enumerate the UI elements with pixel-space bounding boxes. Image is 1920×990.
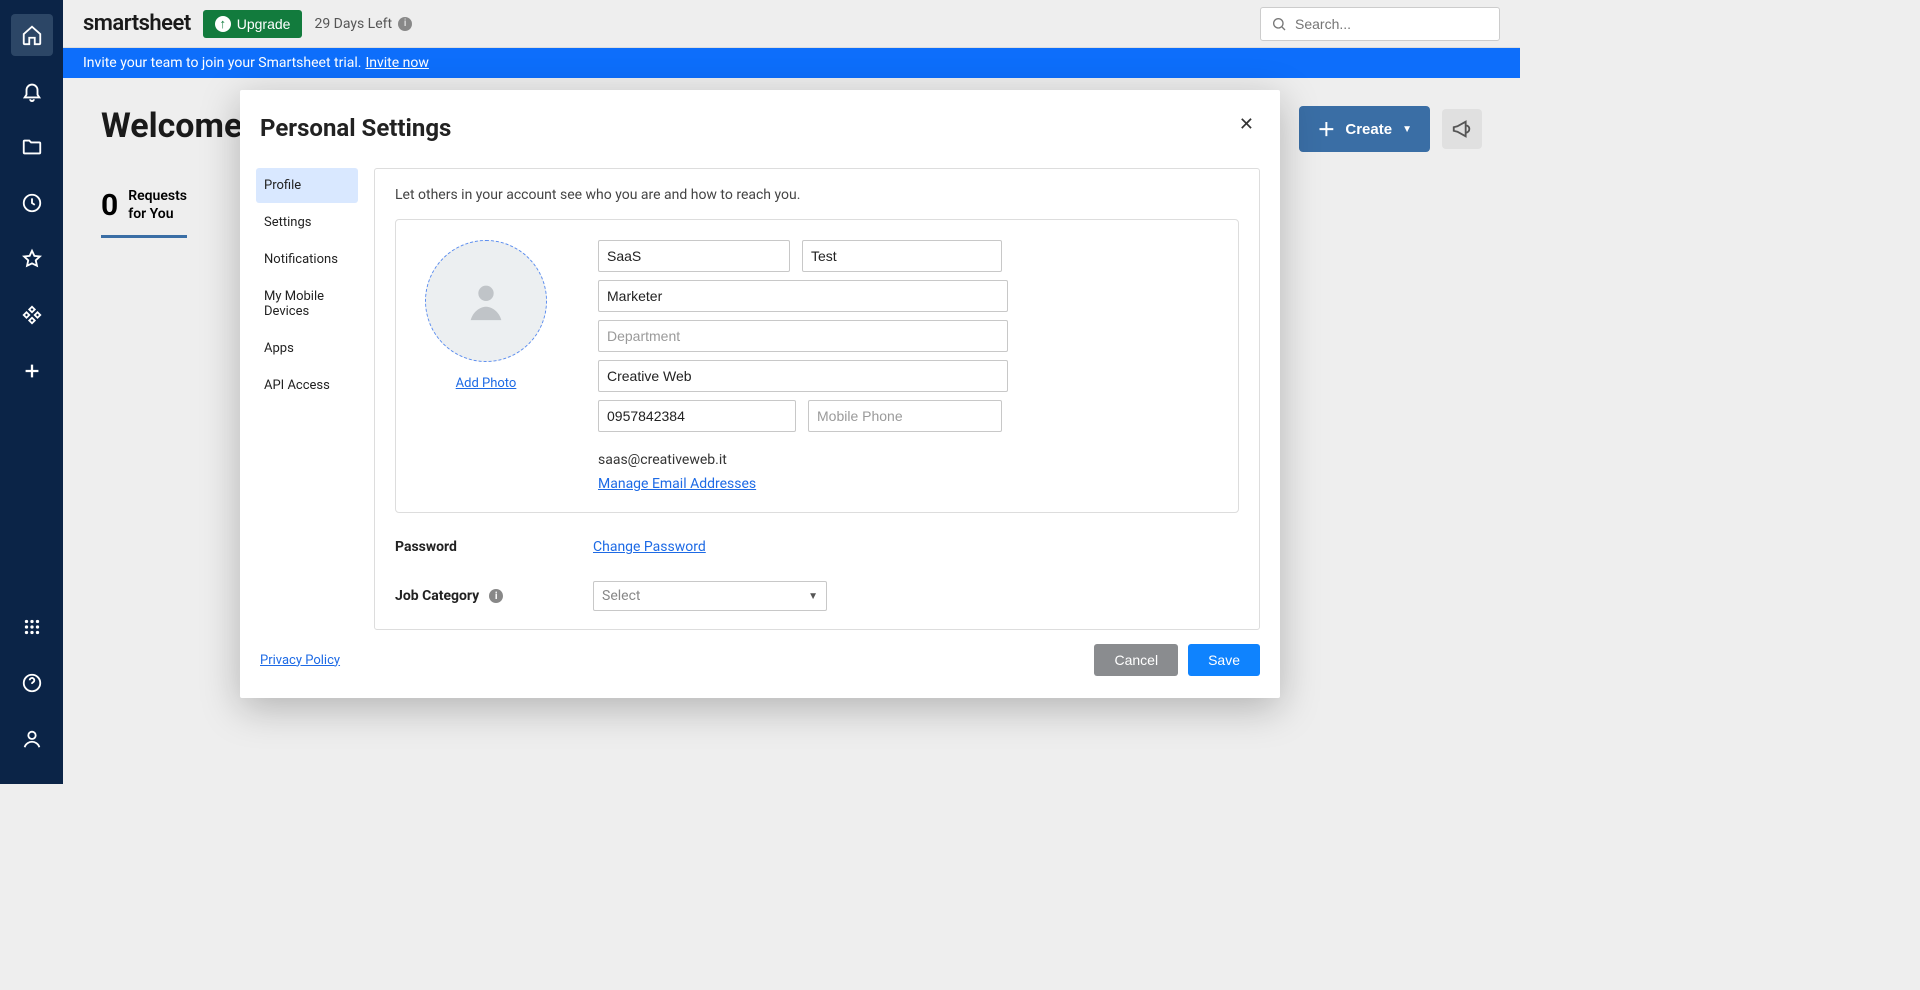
nav-help[interactable] [11,662,53,704]
change-password-link[interactable]: Change Password [593,539,706,555]
trial-days-left: 29 Days Left i [314,16,412,32]
app-logo: smartsheet [83,11,191,36]
help-icon [21,672,43,694]
invite-now-link[interactable]: Invite now [365,55,428,71]
profile-box: Add Photo saas@creativeweb.it Ma [395,219,1239,513]
cancel-button[interactable]: Cancel [1094,644,1178,676]
tab-mobile-devices[interactable]: My Mobile Devices [256,279,358,329]
avatar-placeholder[interactable] [425,240,547,362]
requests-label: Requestsfor You [128,188,187,223]
clock-icon [21,192,43,214]
nav-home[interactable] [11,14,53,56]
manage-emails-link[interactable]: Manage Email Addresses [598,476,1218,492]
add-photo-link[interactable]: Add Photo [456,376,517,391]
upgrade-label: Upgrade [237,16,291,32]
save-button[interactable]: Save [1188,644,1260,676]
tab-notifications[interactable]: Notifications [256,242,358,277]
person-icon [463,278,509,324]
banner-text: Invite your team to join your Smartsheet… [83,55,361,71]
modal-close-button[interactable]: ✕ [1233,114,1260,135]
tab-settings[interactable]: Settings [256,205,358,240]
select-value: Select [602,588,640,604]
mobile-phone-input[interactable] [808,400,1002,432]
upgrade-arrow-icon: ↑ [215,16,231,32]
chevron-down-icon: ▼ [808,591,818,602]
tab-apps[interactable]: Apps [256,331,358,366]
nav-add[interactable] [11,350,53,392]
megaphone-icon [1451,118,1473,140]
requests-tab[interactable]: 0 Requestsfor You [101,188,187,238]
left-nav [0,0,63,784]
top-bar: smartsheet ↑ Upgrade 29 Days Left i [63,0,1520,48]
title-input[interactable] [598,280,1008,312]
announcements-button[interactable] [1442,109,1482,149]
job-category-select[interactable]: Select ▼ [593,581,827,611]
search-input[interactable] [1295,16,1489,32]
search-box[interactable] [1260,7,1500,41]
star-icon [21,248,43,270]
settings-side-nav: Profile Settings Notifications My Mobile… [256,168,358,630]
bell-icon [21,80,43,102]
profile-panel: Let others in your account see who you a… [374,168,1260,630]
requests-count: 0 [101,188,118,223]
first-name-input[interactable] [598,240,790,272]
create-button[interactable]: ＋ Create ▼ [1299,106,1430,152]
nav-account[interactable] [11,718,53,760]
info-icon[interactable]: i [489,589,503,603]
nav-favorites[interactable] [11,238,53,280]
password-label: Password [395,539,593,555]
user-icon [21,728,43,750]
nav-browse[interactable] [11,126,53,168]
company-input[interactable] [598,360,1008,392]
diamond-grid-icon [21,304,43,326]
upgrade-button[interactable]: ↑ Upgrade [203,10,303,38]
department-input[interactable] [598,320,1008,352]
apps-grid-icon [21,616,43,638]
last-name-input[interactable] [802,240,1002,272]
nav-notifications[interactable] [11,70,53,112]
email-display: saas@creativeweb.it [598,452,1218,468]
nav-solutions[interactable] [11,606,53,648]
panel-description: Let others in your account see who you a… [395,187,1239,203]
home-icon [21,24,43,46]
nav-workapps[interactable] [11,294,53,336]
chevron-down-icon: ▼ [1402,124,1412,135]
work-phone-input[interactable] [598,400,796,432]
job-category-label: Job Category i [395,588,593,604]
modal-title: Personal Settings [260,114,451,142]
privacy-policy-link[interactable]: Privacy Policy [260,653,340,668]
nav-recents[interactable] [11,182,53,224]
plus-icon: ＋ [1317,116,1335,142]
info-icon[interactable]: i [398,17,412,31]
invite-banner: Invite your team to join your Smartsheet… [63,48,1520,78]
plus-icon [21,360,43,382]
tab-profile[interactable]: Profile [256,168,358,203]
search-icon [1271,16,1287,32]
folder-icon [21,136,43,158]
create-label: Create [1345,121,1392,138]
personal-settings-modal: Personal Settings ✕ Profile Settings Not… [240,90,1280,698]
tab-api-access[interactable]: API Access [256,368,358,403]
